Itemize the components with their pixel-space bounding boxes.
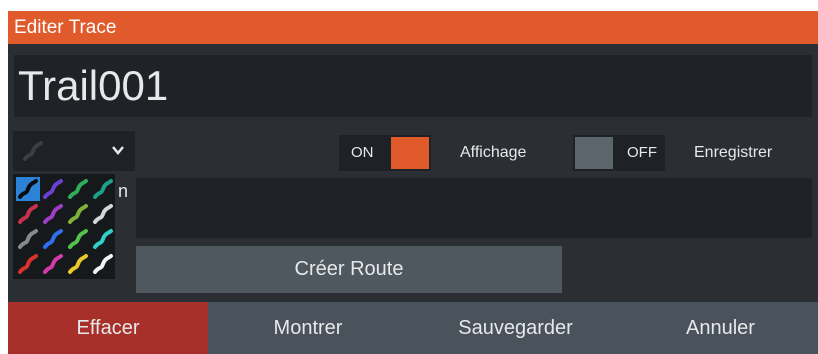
comment-label: n — [118, 181, 129, 201]
palette-swatch[interactable] — [66, 252, 90, 276]
display-toggle-state: ON — [351, 144, 374, 161]
trail-line-icon — [68, 204, 88, 224]
palette-swatch[interactable] — [91, 252, 115, 276]
display-label: Affichage — [460, 144, 527, 161]
delete-button[interactable]: Effacer — [8, 302, 208, 354]
palette-swatch[interactable] — [41, 227, 65, 251]
palette-swatch[interactable] — [66, 177, 90, 201]
trail-line-icon — [18, 254, 38, 274]
palette-swatch[interactable] — [16, 177, 40, 201]
palette-swatch[interactable] — [91, 227, 115, 251]
palette-swatch[interactable] — [66, 227, 90, 251]
palette-swatch[interactable] — [41, 202, 65, 226]
palette-swatch[interactable] — [16, 202, 40, 226]
save-button[interactable]: Sauvegarder — [408, 302, 623, 354]
trail-line-icon — [43, 179, 63, 199]
edit-trail-dialog: Editer Trace Trail001 ON Affichage OFF E… — [8, 11, 818, 354]
palette-swatch[interactable] — [91, 177, 115, 201]
dialog-title: Editer Trace — [8, 11, 818, 44]
display-toggle-knob — [391, 137, 429, 169]
trail-line-icon — [93, 179, 113, 199]
cancel-button[interactable]: Annuler — [623, 302, 818, 354]
comment-field[interactable] — [136, 178, 812, 238]
trail-name-field[interactable]: Trail001 — [14, 55, 812, 117]
trail-line-icon — [68, 179, 88, 199]
palette-swatch[interactable] — [16, 252, 40, 276]
color-palette[interactable] — [13, 174, 115, 279]
trail-line-icon — [18, 229, 38, 249]
trail-line-icon — [23, 141, 43, 161]
trail-line-icon — [68, 254, 88, 274]
display-toggle[interactable]: ON — [339, 135, 431, 171]
trail-line-icon — [43, 254, 63, 274]
trail-line-icon — [93, 204, 113, 224]
create-route-button[interactable]: Créer Route — [136, 246, 562, 293]
trail-line-icon — [93, 229, 113, 249]
chevron-down-icon — [112, 146, 124, 155]
palette-swatch[interactable] — [41, 177, 65, 201]
trail-line-icon — [18, 204, 38, 224]
record-toggle-knob — [575, 137, 613, 169]
trail-line-icon — [18, 179, 38, 199]
record-toggle[interactable]: OFF — [573, 135, 665, 171]
trail-line-icon — [68, 229, 88, 249]
palette-swatch[interactable] — [66, 202, 90, 226]
trail-line-icon — [93, 254, 113, 274]
palette-swatch[interactable] — [16, 227, 40, 251]
show-button[interactable]: Montrer — [208, 302, 408, 354]
trail-style-select[interactable] — [13, 131, 135, 171]
palette-swatch[interactable] — [91, 202, 115, 226]
trail-line-icon — [43, 229, 63, 249]
record-label: Enregistrer — [694, 144, 773, 161]
action-bar: Effacer Montrer Sauvegarder Annuler — [8, 302, 818, 354]
record-toggle-state: OFF — [627, 144, 657, 161]
palette-swatch[interactable] — [41, 252, 65, 276]
trail-line-icon — [43, 204, 63, 224]
